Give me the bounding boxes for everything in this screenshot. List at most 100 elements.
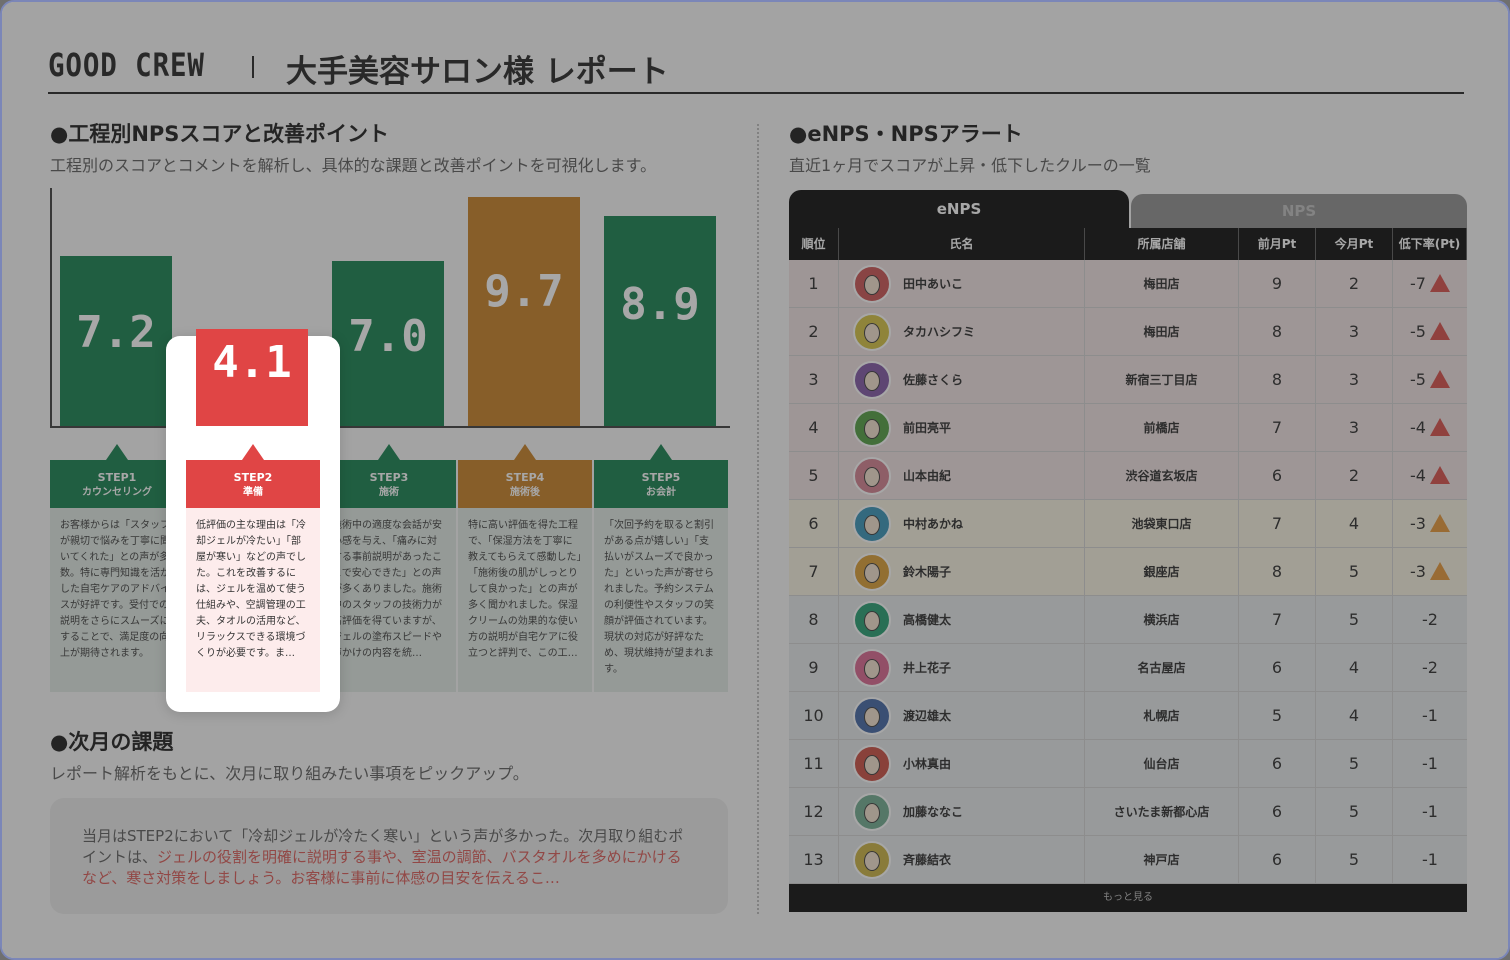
brand-separator [252, 56, 254, 78]
cell-name: 山本由紀 [839, 452, 1085, 499]
alert-section-title: ●eNPS・NPSアラート [789, 122, 1023, 146]
cell-cur: 5 [1316, 740, 1393, 787]
avatar-face-icon [864, 419, 880, 439]
cell-cur: 3 [1316, 404, 1393, 451]
cell-prev: 5 [1239, 692, 1316, 739]
chart-bar-step3: 7.0 [332, 261, 444, 426]
step-number: STEP5 [641, 471, 681, 484]
nps-bar-chart: 7.2 4.1 7.0 9.7 8.9 [50, 188, 730, 428]
table-row[interactable]: 1 田中あいこ 梅田店 9 2 -7 [789, 260, 1467, 308]
drop-value: -1 [1422, 802, 1438, 821]
cell-drop: -1 [1393, 740, 1467, 787]
cell-name: 高橋健太 [839, 596, 1085, 643]
cell-rank: 5 [789, 452, 839, 499]
avatar [853, 361, 891, 399]
table-row[interactable]: 8 高橋健太 横浜店 7 5 -2 [789, 596, 1467, 644]
step-comment: 特に高い評価を得た工程で、「保湿方法を丁寧に教えてもらえて感動した」「施術後の肌… [458, 508, 592, 692]
alert-section-desc: 直近1ヶ月でスコアが上昇・低下したクルーの一覧 [789, 156, 1151, 175]
cell-prev: 6 [1239, 788, 1316, 835]
table-row[interactable]: 9 井上花子 名古屋店 6 4 -2 [789, 644, 1467, 692]
step-number: STEP1 [97, 471, 137, 484]
table-row[interactable]: 11 小林真由 仙台店 6 5 -1 [789, 740, 1467, 788]
cell-rank: 11 [789, 740, 839, 787]
show-more-button[interactable]: もっと見る [789, 884, 1467, 912]
step-card-step2[interactable]: STEP2 準備 低評価の主な理由は「冷却ジェルが冷たい」「部屋が寒い」などの声でし… [186, 444, 320, 692]
next-task-box: 当月はSTEP2において「冷却ジェルが冷たく寒い」という声が多かった。次月取り組… [50, 798, 728, 914]
table-row[interactable]: 2 タカハシフミ 梅田店 8 3 -5 [789, 308, 1467, 356]
cell-rank: 6 [789, 500, 839, 547]
step-card-step4[interactable]: STEP4 施術後 特に高い評価を得た工程で、「保湿方法を丁寧に教えてもらえて感動し… [458, 444, 592, 692]
crew-name: 斉藤結衣 [903, 853, 952, 867]
cell-drop: -2 [1393, 596, 1467, 643]
cell-prev: 9 [1239, 260, 1316, 307]
table-row[interactable]: 7 鈴木陽子 銀座店 8 5 -3 [789, 548, 1467, 596]
cell-drop: -7 [1393, 260, 1467, 307]
table-row[interactable]: 12 加藤ななこ さいたま新都心店 6 5 -1 [789, 788, 1467, 836]
avatar [853, 793, 891, 831]
avatar-face-icon [864, 851, 880, 871]
avatar [853, 409, 891, 447]
step-name: カウンセリング [82, 487, 152, 498]
crew-name: 田中あいこ [903, 277, 964, 291]
cell-cur: 2 [1316, 452, 1393, 499]
avatar-face-icon [864, 803, 880, 823]
drop-value: -5 [1410, 322, 1426, 341]
avatar [853, 649, 891, 687]
drop-value: -3 [1410, 514, 1426, 533]
crew-name: 鈴木陽子 [903, 565, 952, 579]
step-comment: お客様からは「スタッフが親切で悩みを丁寧に聞いてくれた」との声が多数。特に専門知… [50, 508, 184, 692]
avatar [853, 505, 891, 543]
table-row[interactable]: 3 佐藤さくら 新宿三丁目店 8 3 -5 [789, 356, 1467, 404]
alert-tabs: eNPS NPS [789, 190, 1467, 228]
step-pointer [514, 444, 536, 460]
step-header: STEP1 カウンセリング [50, 460, 184, 508]
cell-drop: -4 [1393, 404, 1467, 451]
cell-rank: 3 [789, 356, 839, 403]
step-card-step1[interactable]: STEP1 カウンセリングお客様からは「スタッフが親切で悩みを丁寧に聞いてくれた」… [50, 444, 184, 692]
step-header: STEP3 施術 [322, 460, 456, 508]
cell-name: 田中あいこ [839, 260, 1085, 307]
step-number: STEP3 [369, 471, 409, 484]
cell-cur: 5 [1316, 548, 1393, 595]
cell-cur: 4 [1316, 500, 1393, 547]
avatar-face-icon [864, 467, 880, 487]
cell-store: 梅田店 [1085, 260, 1239, 307]
step-card-step5[interactable]: STEP5 お会計 「次回予約を取ると割引がある点が嬉しい」「支払いがスムーズで良か… [594, 444, 728, 692]
cell-prev: 7 [1239, 404, 1316, 451]
cell-store: 梅田店 [1085, 308, 1239, 355]
alert-table: 順位 氏名 所属店舗 前月Pt 今月Pt 低下率(Pt) 1 田中あいこ 梅田店 9 2… [789, 228, 1467, 912]
crew-name: 佐藤さくら [903, 373, 964, 387]
tab-enps[interactable]: eNPS [789, 190, 1129, 228]
drop-value: -7 [1410, 274, 1426, 293]
cell-rank: 7 [789, 548, 839, 595]
step-pointer [378, 444, 400, 460]
cell-prev: 7 [1239, 596, 1316, 643]
avatar-face-icon [864, 563, 880, 583]
chart-bar-step1: 7.2 [60, 256, 172, 426]
table-row[interactable]: 5 山本由紀 渋谷道玄坂店 6 2 -4 [789, 452, 1467, 500]
step-header: STEP4 施術後 [458, 460, 592, 508]
tab-nps[interactable]: NPS [1131, 194, 1467, 228]
chart-bar-value: 4.1 [212, 337, 292, 388]
crew-name: 高橋健太 [903, 613, 952, 627]
table-row[interactable]: 13 斉藤結衣 神戸店 6 5 -1 [789, 836, 1467, 884]
cell-name: 渡辺雄太 [839, 692, 1085, 739]
cell-rank: 9 [789, 644, 839, 691]
table-row[interactable]: 10 渡辺雄太 札幌店 5 4 -1 [789, 692, 1467, 740]
crew-name: 山本由紀 [903, 469, 952, 483]
cell-rank: 4 [789, 404, 839, 451]
table-row[interactable]: 4 前田亮平 前橋店 7 3 -4 [789, 404, 1467, 452]
chart-y-axis [50, 188, 52, 428]
cell-store: 新宿三丁目店 [1085, 356, 1239, 403]
cell-drop: -2 [1393, 644, 1467, 691]
chart-bar-step5: 8.9 [604, 216, 716, 426]
drop-value: -1 [1422, 754, 1438, 773]
avatar [853, 697, 891, 735]
crew-name: 前田亮平 [903, 421, 952, 435]
cell-drop: -4 [1393, 452, 1467, 499]
cell-cur: 4 [1316, 644, 1393, 691]
table-row[interactable]: 6 中村あかね 池袋東口店 7 4 -3 [789, 500, 1467, 548]
step-card-step3[interactable]: STEP3 施術 施術中の適度な会話が安心感を与え、「痛みに対する事前説明があったこ… [322, 444, 456, 692]
header-rule [48, 92, 1464, 94]
avatar-face-icon [864, 755, 880, 775]
